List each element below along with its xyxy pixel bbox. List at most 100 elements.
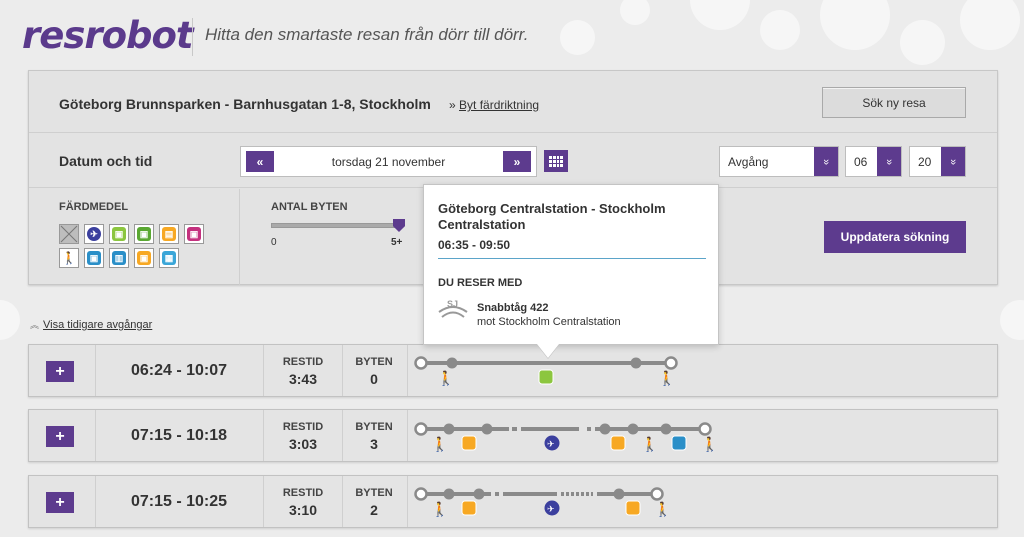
bus-icon [461,500,477,516]
hour-value: 06 [854,155,868,169]
trip-row[interactable]: + 06:24 - 10:07 RESTID 3:43 BYTEN 0 🚶 🚶 [28,344,998,397]
switch-arrow-icon: » [449,98,456,112]
tram-icon[interactable]: ▥ [109,248,129,268]
cell-divider [263,345,264,396]
metro-icon[interactable]: ▣ [84,248,104,268]
hour-select[interactable]: 06 » [845,146,902,177]
local-bus-icon[interactable]: ▣ [134,248,154,268]
walk-icon: 🚶 [641,436,658,453]
departure-arrival-select[interactable]: Avgång » [719,146,839,177]
new-search-button[interactable]: Sök ny resa [822,87,966,118]
trip-row[interactable]: + 07:15 - 10:25 RESTID 3:10 BYTEN 2 🚶 ✈ … [28,475,998,528]
changes-label: BYTEN [355,487,393,499]
date-row: Datum och tid « torsdag 21 november » Av… [29,134,997,188]
walk-icon: 🚶 [658,370,675,387]
date-picker: « torsdag 21 november » [240,146,537,177]
cell-divider [342,410,343,461]
logo[interactable]: resrobot [22,14,194,57]
trip-time: 06:24 - 10:07 [130,362,228,379]
regional-train-icon[interactable]: ▣ [109,224,129,244]
train-icon[interactable]: ▣ [134,224,154,244]
cell-divider [263,410,264,461]
cell-divider [95,410,96,461]
expand-trip-button[interactable]: + [46,361,74,382]
changes-label: BYTEN [355,356,393,368]
changes-label: BYTEN [355,421,393,433]
switch-direction-link[interactable]: » Byt färdriktning [449,98,539,112]
changes-value: 3 [370,436,378,452]
cell-divider [263,476,264,527]
logo-divider [192,18,193,56]
walk-icon[interactable]: 🚶 [59,248,79,268]
walk-icon: 🚶 [431,501,448,518]
changes-value: 0 [370,371,378,387]
svg-text:✈: ✈ [547,439,555,449]
flight-icon[interactable]: ✈ [84,224,104,244]
popup-direction: mot Stockholm Centralstation [477,316,621,328]
minute-select[interactable]: 20 » [909,146,966,177]
bus-icon [610,435,626,451]
trip-timeline[interactable]: 🚶 ✈ 🚶 [409,476,709,527]
duration-label: RESTID [282,487,324,499]
popup-time: 06:35 - 09:50 [438,238,511,252]
update-search-button[interactable]: Uppdatera sökning [824,221,966,253]
expand-trip-button[interactable]: + [46,426,74,447]
ferry-icon[interactable]: ▣ [184,224,204,244]
cell-divider [342,476,343,527]
sj-logo-icon: SJ [438,299,468,318]
cell-divider [407,345,408,396]
changes-max-label: 5+ [391,237,403,248]
duration-label: RESTID [282,421,324,433]
duration-label: RESTID [282,356,324,368]
earlier-departures-link[interactable]: ︽ Visa tidigare avgångar [30,318,152,331]
cell-divider [95,476,96,527]
commuter-train-icon[interactable]: ▦ [159,248,179,268]
trip-timeline[interactable]: 🚶 ✈ 🚶 🚶 [409,410,749,461]
cell-divider [407,410,408,461]
departure-arrival-value: Avgång [728,155,769,169]
trip-time: 07:15 - 10:18 [130,427,228,444]
modes-grid: ✈ ▣ ▣ ▤ ▣ 🚶 ▣ ▥ ▣ ▦ [59,224,204,268]
date-value[interactable]: torsdag 21 november [281,155,496,169]
bus-icon[interactable]: ▤ [159,224,179,244]
next-day-button[interactable]: » [503,151,531,172]
cell-divider [95,345,96,396]
chevron-up-icon: ︽ [30,320,40,330]
changes-slider-track[interactable] [271,223,399,228]
metro-icon [671,435,687,451]
modes-label: FÄRDMEDEL [59,201,129,213]
route-title: Göteborg Brunnsparken - Barnhusgatan 1-8… [59,96,431,112]
duration-value: 3:03 [288,436,318,452]
walk-icon: 🚶 [437,370,454,387]
date-label: Datum och tid [59,153,153,169]
trip-row[interactable]: + 07:15 - 10:18 RESTID 3:03 BYTEN 3 🚶 ✈ … [28,409,998,462]
popup-separator [438,258,706,259]
popup-title: Göteborg Centralstation - Stockholm Cent… [438,201,666,232]
changes-slider-handle[interactable] [393,219,405,232]
bus-icon [461,435,477,451]
duration-value: 3:10 [288,502,318,518]
bus-icon [625,500,641,516]
all-modes-icon[interactable] [59,224,79,244]
popup-subtitle: DU RESER MED [438,277,523,289]
changes-min-label: 0 [271,237,277,248]
cell-divider [407,476,408,527]
popup-train: Snabbtåg 422 [477,302,549,314]
calendar-icon[interactable] [544,150,568,172]
walk-icon: 🚶 [701,436,718,453]
segment-popup: Göteborg Centralstation - Stockholm Cent… [423,184,719,345]
filter-divider [239,189,240,285]
train-icon [538,369,554,385]
previous-day-button[interactable]: « [246,151,274,172]
cell-divider [342,345,343,396]
trip-timeline[interactable]: 🚶 🚶 [409,345,709,396]
expand-trip-button[interactable]: + [46,492,74,513]
minute-value: 20 [918,155,932,169]
chevron-down-icon: » [941,147,965,176]
chevron-down-icon: » [877,147,901,176]
svg-text:SJ: SJ [447,299,458,309]
switch-direction-label: Byt färdriktning [459,98,540,112]
earlier-departures-label: Visa tidigare avgångar [43,319,153,331]
chevron-down-icon: » [814,147,838,176]
duration-value: 3:43 [288,371,318,387]
